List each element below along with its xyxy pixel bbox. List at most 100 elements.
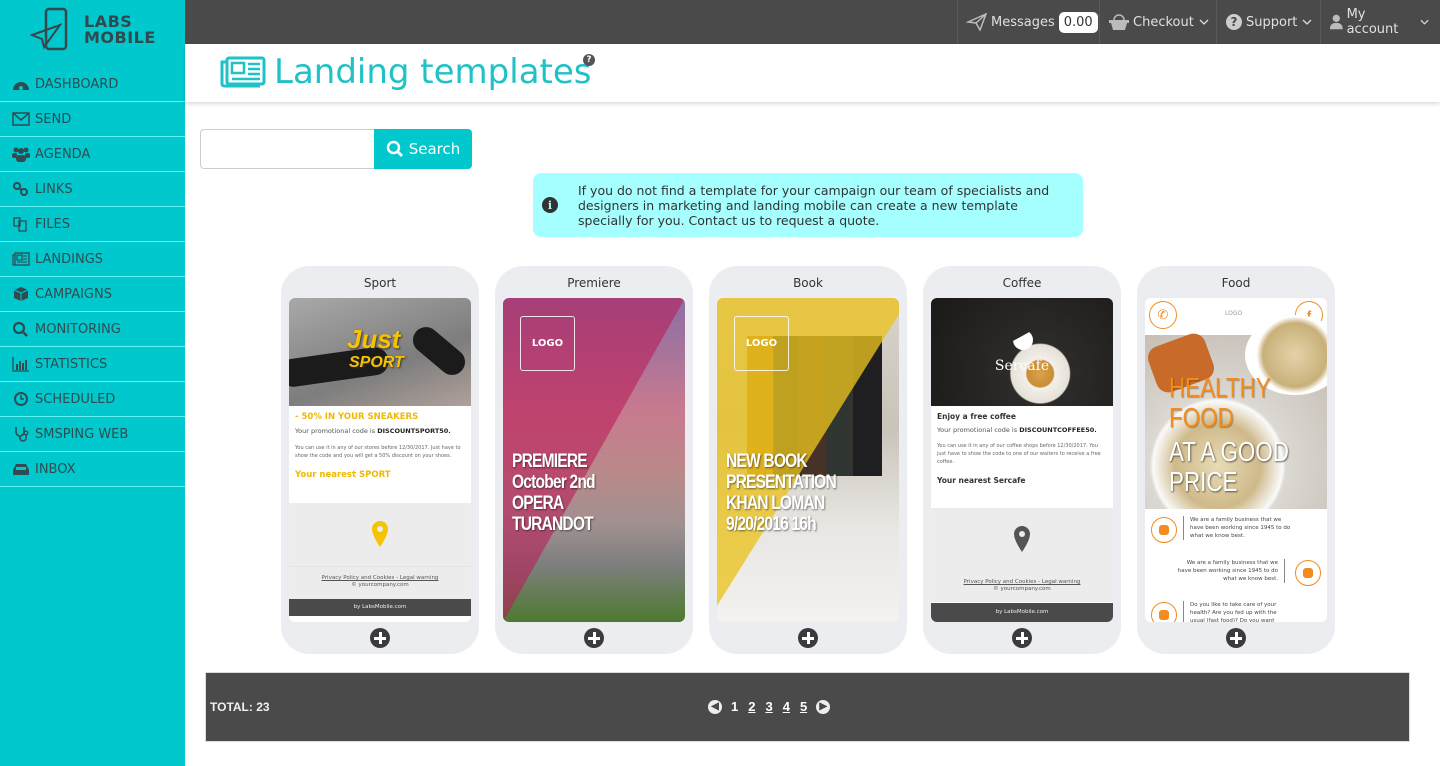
inbox-icon	[11, 461, 31, 477]
messages-balance-badge: 0.00	[1058, 11, 1098, 33]
search-icon	[386, 140, 403, 157]
sport-body: - 50% IN YOUR SNEAKERS Your promotional …	[295, 412, 461, 480]
next-page-icon[interactable]: ▶	[816, 699, 831, 714]
search-button-label: Search	[408, 140, 461, 158]
template-card-book[interactable]: Book LOGO NEW BOOK PRESENTATION KHAN LOM…	[709, 266, 907, 654]
page-4[interactable]: 4	[783, 699, 790, 714]
svg-text:?: ?	[1231, 15, 1238, 29]
template-preview: LOGO PREMIERE October 2nd OPERA TURANDOT	[503, 298, 685, 622]
sidebar-item-inbox[interactable]: INBOX	[0, 452, 185, 487]
dashboard-icon	[11, 76, 31, 92]
logo-placeholder: LOGO	[734, 316, 789, 371]
template-name: Book	[793, 276, 823, 290]
sidebar-nav: DASHBOARD SEND AGENDA LINKS FILES LANDIN…	[0, 67, 185, 487]
legal-links: Privacy Policy and Cookies - Legal warni…	[289, 567, 471, 599]
logo-placeholder: LOGO	[520, 316, 575, 371]
add-template-button[interactable]	[1012, 628, 1032, 648]
page-1[interactable]: 1	[731, 699, 738, 714]
sidebar-item-agenda[interactable]: AGENDA	[0, 137, 185, 172]
checkout-label: Checkout	[1133, 14, 1194, 30]
sidebar-item-send[interactable]: SEND	[0, 102, 185, 137]
brand-name: LABS MOBILE	[84, 12, 156, 47]
search-button[interactable]: Search	[374, 129, 472, 169]
paper-plane-icon	[966, 13, 988, 31]
users-icon	[11, 146, 31, 162]
support-label: Support	[1246, 14, 1298, 30]
sidebar-item-label: SEND	[35, 111, 72, 127]
total-count: TOTAL: 23	[210, 700, 270, 714]
add-template-button[interactable]	[584, 628, 604, 648]
sidebar-item-label: FILES	[35, 216, 71, 232]
cube-icon	[11, 286, 31, 302]
food-hero-image: HEALTHY FOOD AT A GOOD PRICE	[1145, 315, 1327, 509]
sidebar-item-files[interactable]: FILES	[0, 207, 185, 242]
envelope-icon	[11, 111, 31, 127]
support-menu[interactable]: ? Support	[1216, 0, 1323, 44]
premiere-headline: PREMIERE October 2nd OPERA TURANDOT	[512, 451, 596, 535]
template-name: Food	[1221, 276, 1251, 290]
search-input[interactable]	[200, 129, 375, 169]
map-section	[289, 503, 471, 567]
sidebar-item-smsping-web[interactable]: SMSPING WEB	[0, 417, 185, 452]
sidebar-item-label: SCHEDULED	[35, 391, 116, 407]
account-menu[interactable]: My account	[1320, 0, 1440, 44]
page-3[interactable]: 3	[765, 699, 772, 714]
sidebar-item-label: SMSPING WEB	[35, 426, 129, 442]
template-preview: Just SPORT - 50% IN YOUR SNEAKERS Your p…	[289, 298, 471, 622]
chevron-down-icon	[1199, 19, 1209, 25]
top-navbar: Messages 0.00 Checkout ? Support My acco…	[185, 0, 1440, 44]
account-label: My account	[1346, 7, 1399, 37]
sidebar-item-scheduled[interactable]: SCHEDULED	[0, 382, 185, 417]
page-5[interactable]: 5	[800, 699, 807, 714]
map-section	[931, 508, 1113, 572]
food-logo: LOGO	[1225, 310, 1243, 317]
page-title: Landing templates	[220, 52, 592, 92]
sidebar-item-monitoring[interactable]: MONITORING	[0, 312, 185, 347]
sidebar-item-label: CAMPAIGNS	[35, 286, 112, 302]
sidebar-item-landings[interactable]: LANDINGS	[0, 242, 185, 277]
prev-page-icon[interactable]: ◀	[708, 699, 722, 714]
question-circle-icon: ?	[1226, 14, 1242, 30]
basket-icon	[1109, 14, 1129, 30]
user-icon	[1329, 14, 1343, 30]
info-alert: i If you do not find a template for your…	[533, 173, 1083, 237]
leaf-icon	[1295, 560, 1321, 586]
sidebar-item-campaigns[interactable]: CAMPAIGNS	[0, 277, 185, 312]
checkout-menu[interactable]: Checkout	[1099, 0, 1220, 44]
help-icon[interactable]: ?	[583, 54, 595, 66]
brand-logo[interactable]: LABS MOBILE	[30, 5, 170, 55]
map-pin-icon	[1014, 526, 1030, 552]
bug-icon	[1151, 517, 1177, 543]
powered-by: by LabsMobile.com	[289, 599, 471, 616]
food-feature-row: We are a family business that we have be…	[1145, 556, 1327, 596]
newspaper-icon	[11, 251, 31, 267]
page-2[interactable]: 2	[748, 699, 755, 714]
info-text: If you do not find a template for your c…	[578, 182, 1050, 228]
template-card-coffee[interactable]: Coffee Sercafe Enjoy a free coffee Your …	[923, 266, 1121, 654]
clock-icon	[11, 391, 31, 407]
sidebar-item-statistics[interactable]: STATISTICS	[0, 347, 185, 382]
template-card-food[interactable]: Food ✆ LOGO f HEALTHY FOOD AT A GOOD PRICE…	[1137, 266, 1335, 654]
chevron-down-icon	[1420, 19, 1429, 25]
add-template-button[interactable]	[798, 628, 818, 648]
book-headline: NEW BOOK PRESENTATION KHAN LOMAN 9/20/20…	[726, 451, 837, 535]
template-card-sport[interactable]: Sport Just SPORT - 50% IN YOUR SNEAKERS …	[281, 266, 479, 654]
sidebar-item-dashboard[interactable]: DASHBOARD	[0, 67, 185, 102]
info-icon: i	[542, 197, 558, 213]
food-feature-row: Do you like to take care of your health?…	[1145, 598, 1327, 622]
sidebar-item-links[interactable]: LINKS	[0, 172, 185, 207]
coffee-hero-image: Sercafe	[931, 298, 1113, 406]
template-card-premiere[interactable]: Premiere LOGO PREMIERE October 2nd OPERA…	[495, 266, 693, 654]
pagination-bar: TOTAL: 23 ◀ 1 2 3 4 5 ▶	[205, 672, 1410, 742]
sidebar-item-label: LANDINGS	[35, 251, 104, 267]
coffee-body: Enjoy a free coffee Your promotional cod…	[937, 412, 1101, 485]
sidebar-item-label: LINKS	[35, 181, 73, 197]
chevron-down-icon	[1302, 19, 1312, 25]
template-name: Premiere	[567, 276, 621, 290]
legal-links: Privacy Policy and Cookies - Legal warni…	[931, 572, 1113, 602]
files-icon	[11, 216, 31, 232]
search-icon	[11, 321, 31, 337]
messages-menu[interactable]: Messages 0.00	[957, 0, 1106, 44]
add-template-button[interactable]	[1226, 628, 1246, 648]
add-template-button[interactable]	[370, 628, 390, 648]
